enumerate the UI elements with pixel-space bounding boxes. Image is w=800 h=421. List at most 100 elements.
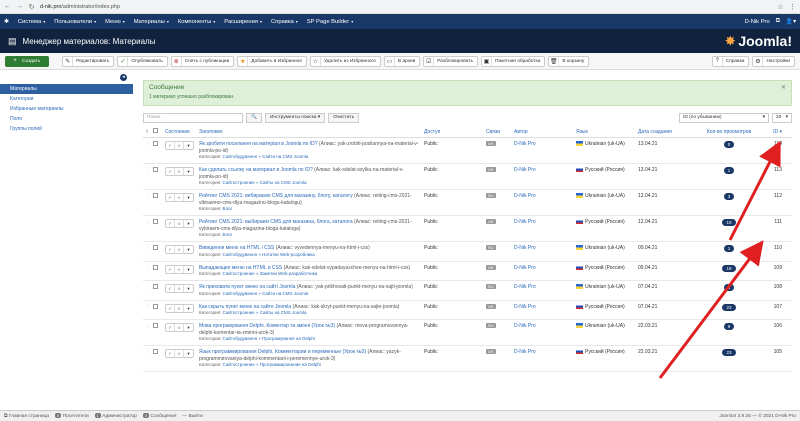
archive-button[interactable]: ▭ В архив bbox=[383, 55, 421, 67]
sidebar-item-fields[interactable]: Поля bbox=[0, 114, 133, 124]
association-badge[interactable]: UK bbox=[486, 303, 496, 309]
featured-toggle-icon[interactable]: ☆ bbox=[175, 194, 184, 201]
association-badge[interactable]: RU bbox=[486, 323, 496, 328]
address-bar[interactable]: d-nik.pro/administrator/index.php bbox=[40, 4, 772, 10]
association-badge[interactable]: UK bbox=[486, 141, 496, 146]
featured-toggle-icon[interactable]: ☆ bbox=[175, 350, 184, 357]
header-title[interactable]: Заголовок bbox=[197, 126, 422, 138]
published-icon[interactable]: ✓ bbox=[166, 350, 175, 357]
search-input[interactable]: Поиск bbox=[143, 112, 243, 123]
user-name[interactable]: D-Nik Pro bbox=[745, 19, 770, 25]
row-checkbox[interactable] bbox=[153, 284, 158, 289]
author-link[interactable]: D-Nik Pro bbox=[514, 284, 536, 290]
featured-toggle-icon[interactable]: ☆ bbox=[175, 304, 184, 312]
row-checkbox[interactable] bbox=[153, 303, 158, 309]
actions-dropdown-icon[interactable]: ▾ bbox=[184, 305, 193, 312]
row-checkbox[interactable] bbox=[153, 323, 158, 328]
association-badge[interactable]: UK bbox=[486, 264, 496, 270]
published-icon[interactable]: ✓ bbox=[166, 285, 175, 292]
actions-dropdown-icon[interactable]: ▾ bbox=[184, 350, 193, 357]
search-tools-button[interactable]: Инструменты поиска ▾ bbox=[264, 112, 326, 123]
messages-indicator[interactable]: 0 Сообщения bbox=[142, 413, 176, 419]
row-checkbox[interactable] bbox=[153, 193, 158, 198]
article-title-link[interactable]: Рейтинг CMS 2021: выбираем CMS для магаз… bbox=[199, 219, 353, 225]
header-date[interactable]: Дата создания bbox=[636, 126, 698, 138]
category-link[interactable]: Сайтобудування » Нотатки Web-розробника bbox=[223, 252, 315, 257]
select-all-checkbox[interactable] bbox=[153, 128, 158, 133]
nav-menus[interactable]: Меню ▾ bbox=[105, 19, 125, 25]
author-link[interactable]: D-Nik Pro bbox=[514, 167, 536, 173]
category-link[interactable]: Сайтостроение » Сайты на CMS Joomla bbox=[223, 180, 307, 185]
reload-icon[interactable]: ↻ bbox=[28, 3, 35, 11]
actions-dropdown-icon[interactable]: ▾ bbox=[184, 285, 193, 292]
drag-handle[interactable]: ⋮ bbox=[143, 138, 151, 150]
trash-button[interactable]: 🗑 В корзину bbox=[548, 55, 590, 67]
checkin-button[interactable]: ☑ Разблокировать bbox=[423, 55, 478, 67]
row-checkbox[interactable] bbox=[153, 245, 158, 250]
actions-dropdown-icon[interactable]: ▾ bbox=[184, 324, 193, 331]
batch-button[interactable]: ▣ Пакетная обработка bbox=[480, 55, 546, 67]
category-link[interactable]: Блог bbox=[223, 206, 233, 211]
published-icon[interactable]: ✓ bbox=[166, 220, 175, 227]
ordering-select[interactable]: ID (по убыванию) ▾ bbox=[679, 112, 769, 123]
author-link[interactable]: D-Nik Pro bbox=[514, 219, 536, 225]
drag-handle[interactable]: ⋮ bbox=[143, 216, 151, 228]
category-link[interactable]: Сайтостроение » Программирование на Delp… bbox=[223, 362, 321, 367]
actions-dropdown-icon[interactable]: ▾ bbox=[184, 194, 193, 201]
help-button[interactable]: ? Справка bbox=[711, 55, 750, 67]
sidebar-item-articles[interactable]: Материалы bbox=[0, 84, 133, 94]
row-checkbox[interactable] bbox=[153, 349, 158, 354]
joomla-menu-icon[interactable]: ✱ bbox=[4, 19, 9, 25]
article-title-link[interactable]: Как сделать ссылку на материал в Joomla … bbox=[199, 167, 313, 173]
row-checkbox[interactable] bbox=[153, 264, 158, 270]
association-badge[interactable]: RU bbox=[486, 284, 496, 289]
nav-system[interactable]: Система ▾ bbox=[18, 19, 45, 25]
article-title-link[interactable]: Як зробити посилання на матеріал в Jooml… bbox=[199, 141, 318, 147]
author-link[interactable]: D-Nik Pro bbox=[514, 193, 536, 199]
featured-toggle-icon[interactable]: ☆ bbox=[175, 246, 184, 253]
sidebar-item-featured[interactable]: Избранные материалы bbox=[0, 104, 133, 114]
category-link[interactable]: Сайтостроение » Сайты на CMS Joomla bbox=[223, 310, 307, 315]
ordering-header[interactable]: ⇕ bbox=[143, 126, 151, 138]
external-link-icon[interactable]: ⧉ bbox=[776, 18, 780, 25]
category-link[interactable]: Сайтобудування » Сайти на CMS Joomla bbox=[223, 291, 309, 296]
article-title-link[interactable]: Мова програмування Delphi. Коментар та з… bbox=[199, 323, 335, 329]
article-title-link[interactable]: Выпадающее меню на HTML и CSS bbox=[199, 265, 282, 271]
header-language[interactable]: Язык bbox=[574, 126, 636, 138]
actions-dropdown-icon[interactable]: ▾ bbox=[184, 142, 193, 149]
author-link[interactable]: D-Nik Pro bbox=[514, 141, 536, 147]
drag-handle[interactable]: ⋮ bbox=[143, 164, 151, 176]
category-link[interactable]: Сайтобудування » Сайти на CMS Joomla bbox=[223, 154, 309, 159]
published-icon[interactable]: ✓ bbox=[166, 194, 175, 201]
nav-users[interactable]: Пользователи ▾ bbox=[54, 19, 96, 25]
user-icon[interactable]: 👤▾ bbox=[786, 19, 796, 25]
drag-handle[interactable]: ⋮ bbox=[143, 320, 151, 332]
article-title-link[interactable]: Як приховати пункт меню на сайті Joomla bbox=[199, 284, 295, 290]
article-title-link[interactable]: Рейтинг CMS 2021: вибираємо CMS для мага… bbox=[199, 193, 353, 199]
drag-handle[interactable]: ⋮ bbox=[143, 242, 151, 254]
drag-handle[interactable]: ⋮ bbox=[143, 301, 151, 313]
header-access[interactable]: Доступ bbox=[422, 126, 484, 138]
nav-content[interactable]: Материалы ▾ bbox=[134, 19, 169, 25]
nav-sp-page-builder[interactable]: SP Page Builder ▾ bbox=[307, 19, 353, 25]
author-link[interactable]: D-Nik Pro bbox=[514, 304, 536, 310]
association-badge[interactable]: RU bbox=[486, 193, 496, 198]
actions-dropdown-icon[interactable]: ▾ bbox=[184, 168, 193, 175]
search-icon[interactable]: 🔍 bbox=[246, 112, 262, 123]
row-checkbox[interactable] bbox=[153, 141, 158, 146]
header-status[interactable]: Состояние bbox=[163, 126, 197, 138]
association-badge[interactable]: UK bbox=[486, 349, 496, 354]
actions-dropdown-icon[interactable]: ▾ bbox=[184, 266, 193, 273]
drag-handle[interactable]: ⋮ bbox=[143, 262, 151, 274]
author-link[interactable]: D-Nik Pro bbox=[514, 323, 536, 329]
drag-handle[interactable]: ⋮ bbox=[143, 190, 151, 202]
featured-toggle-icon[interactable]: ☆ bbox=[175, 142, 184, 149]
published-icon[interactable]: ✓ bbox=[166, 265, 175, 273]
published-icon[interactable]: ✓ bbox=[166, 142, 175, 149]
drag-handle[interactable]: ⋮ bbox=[143, 346, 151, 358]
limit-select[interactable]: 20 ▾ bbox=[772, 112, 792, 123]
association-badge[interactable]: UK bbox=[486, 167, 496, 172]
actions-dropdown-icon[interactable]: ▾ bbox=[184, 246, 193, 253]
menu-icon[interactable]: ⋮ bbox=[789, 3, 796, 11]
drag-handle[interactable]: ⋮ bbox=[143, 281, 151, 293]
